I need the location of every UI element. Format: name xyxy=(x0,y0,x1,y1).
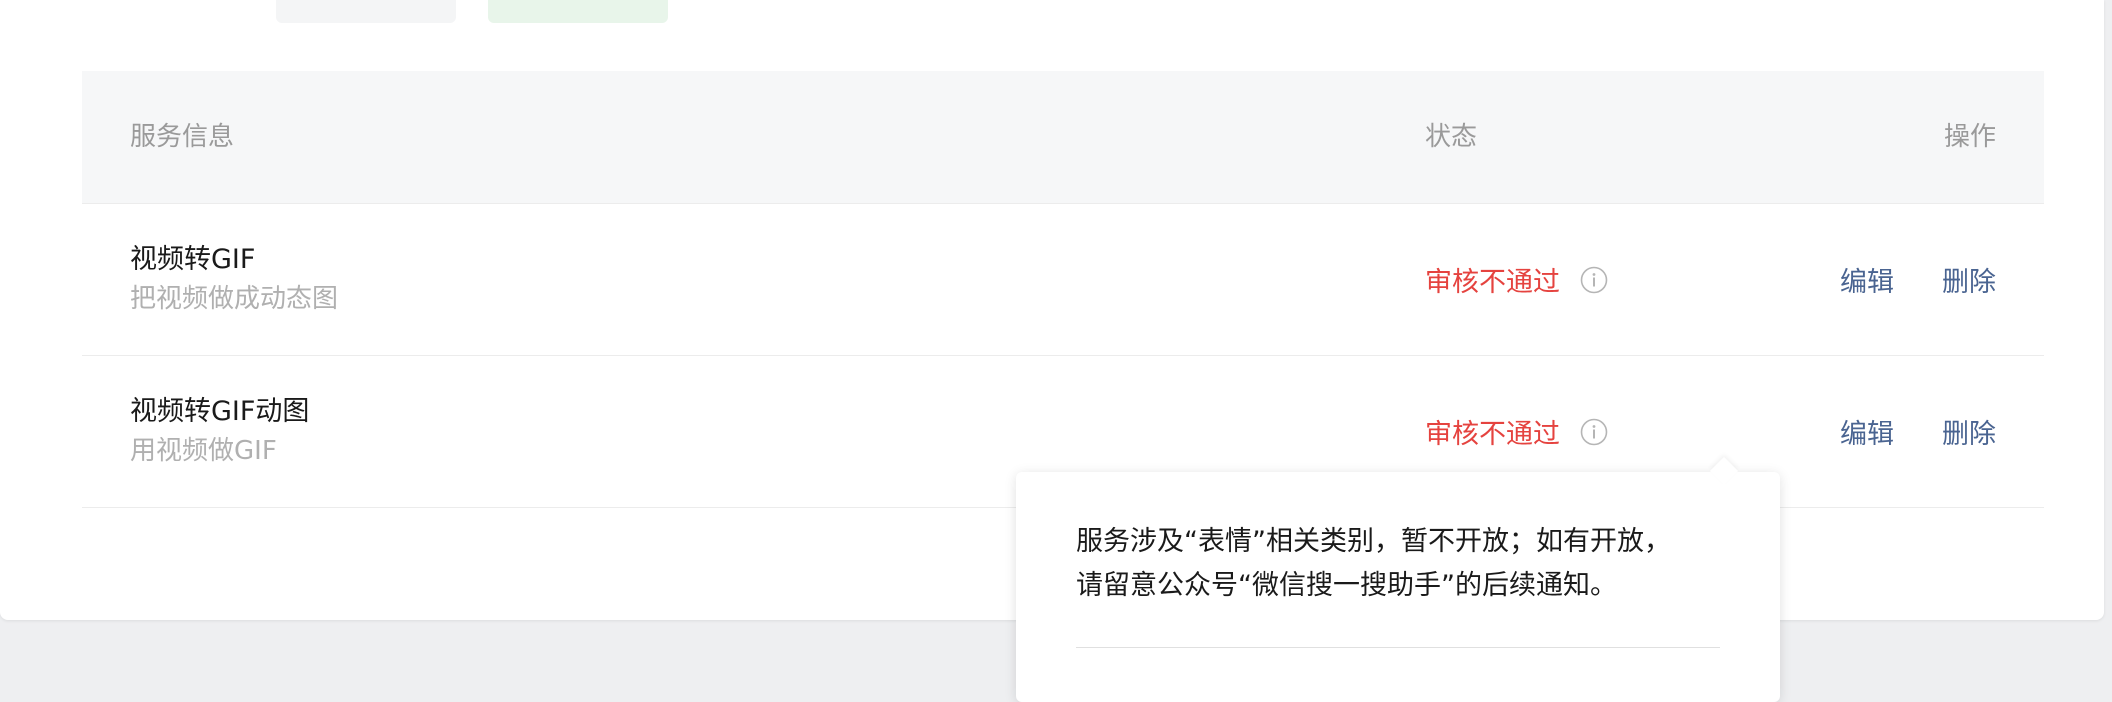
row-actions: 编辑 删除 xyxy=(1840,356,1996,507)
column-header-ops: 操作 xyxy=(1943,122,1996,152)
popover-line: 服务涉及“表情”相关类别，暂不开放；如有开放， xyxy=(1076,526,1671,557)
edit-button[interactable]: 编辑 xyxy=(1840,412,1894,451)
popover-line: 请留意公众号“微信搜一搜助手”的后续通知。 xyxy=(1076,570,1617,601)
service-description: 用视频做GIF xyxy=(130,436,277,466)
info-circle-icon[interactable] xyxy=(1580,418,1608,446)
popover-message: 服务涉及“表情”相关类别，暂不开放；如有开放， 请留意公众号“微信搜一搜助手”的… xyxy=(1076,520,1726,608)
service-name: 视频转GIF动图 xyxy=(130,396,310,427)
service-status: 审核不通过 xyxy=(1425,204,1608,355)
create-button[interactable] xyxy=(488,0,668,23)
status-reason-popover: 服务涉及“表情”相关类别，暂不开放；如有开放， 请留意公众号“微信搜一搜助手”的… xyxy=(1016,456,1780,702)
table-header: 服务信息 状态 操作 xyxy=(82,71,2044,204)
service-name: 视频转GIF xyxy=(130,244,256,275)
filter-button[interactable] xyxy=(276,0,456,23)
delete-button[interactable]: 删除 xyxy=(1942,260,1996,299)
status-badge: 审核不通过 xyxy=(1425,419,1560,450)
row-actions: 编辑 删除 xyxy=(1840,204,1996,355)
status-badge: 审核不通过 xyxy=(1425,267,1560,298)
delete-button[interactable]: 删除 xyxy=(1942,412,1996,451)
column-header-status: 状态 xyxy=(1425,122,1478,152)
edit-button[interactable]: 编辑 xyxy=(1840,260,1894,299)
info-circle-icon[interactable] xyxy=(1580,266,1608,294)
service-description: 把视频做成动态图 xyxy=(130,284,339,314)
column-header-info: 服务信息 xyxy=(130,122,235,152)
table-row: 视频转GIF 把视频做成动态图 审核不通过 编辑 删除 xyxy=(82,204,2044,356)
services-table: 服务信息 状态 操作 视频转GIF 把视频做成动态图 审核不通过 编辑 删除 视… xyxy=(82,71,2044,508)
popover-divider xyxy=(1076,647,1720,648)
